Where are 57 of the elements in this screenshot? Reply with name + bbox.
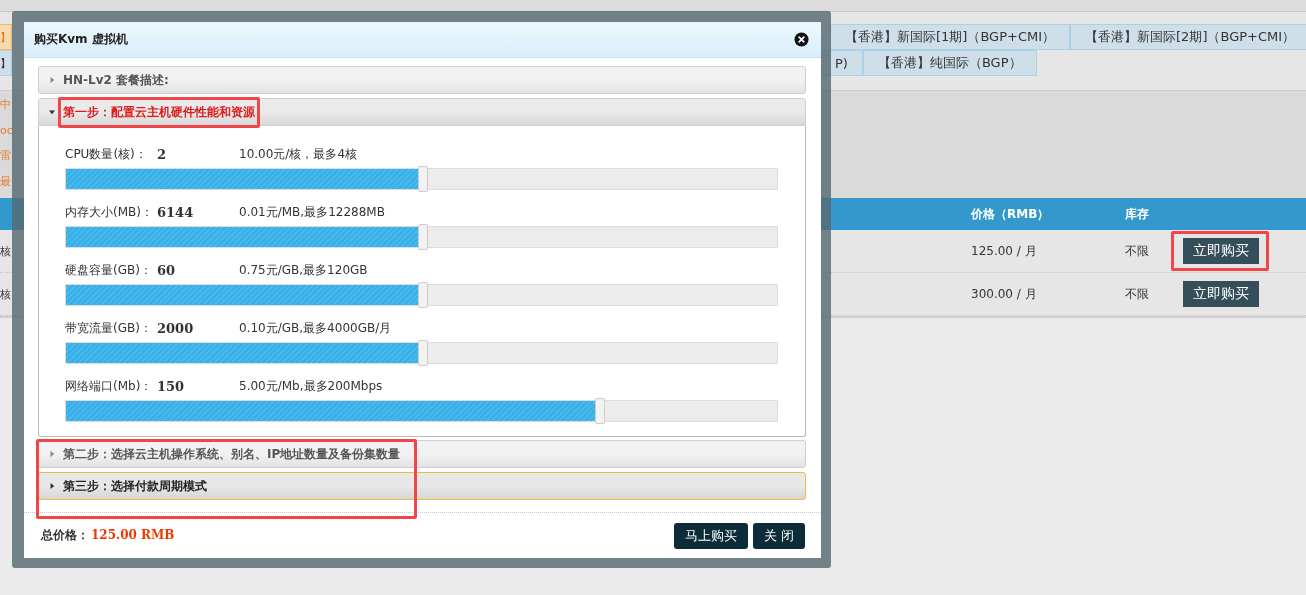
option-value: 60 (157, 262, 177, 278)
region-tab[interactable]: 【香港】新国际[2期]（BGP+CMI） (1070, 24, 1306, 50)
slider-thumb[interactable] (417, 340, 428, 367)
promo-text: oc (0, 122, 13, 139)
slider-track[interactable] (65, 400, 778, 423)
option-value: 2000 (157, 320, 195, 336)
promo-text: 中 (0, 97, 11, 113)
slider-thumb[interactable] (417, 282, 428, 309)
region-tab[interactable]: 】 (0, 50, 12, 76)
slider-track[interactable] (65, 284, 778, 307)
column-header: 库存 (1125, 205, 1150, 223)
total-label: 总价格： (41, 528, 89, 543)
slider-track[interactable] (65, 342, 778, 365)
column-header: 价格（RMB） (971, 205, 1051, 223)
table-cell: 核 (0, 287, 11, 301)
slider-track[interactable] (65, 226, 778, 249)
total-price: 125.00 RMB (91, 528, 175, 543)
option-label: 硬盘容量(GB)： (65, 261, 153, 279)
close-button[interactable]: 关 闭 (752, 522, 805, 549)
slider-thumb[interactable] (417, 224, 428, 251)
option-price: 0.01元/MB,最多12288MB (239, 203, 386, 221)
buy-now-button[interactable]: 立即购买 (1183, 238, 1259, 264)
caret-right-icon (49, 450, 55, 459)
option-price: 0.75元/GB,最多120GB (239, 261, 369, 279)
promo-text: 最 (0, 173, 11, 190)
buy-now-button[interactable]: 马上购买 (673, 522, 748, 549)
table-cell: 不限 (1125, 243, 1149, 258)
dialog-title: 购买Kvm 虚拟机 (34, 31, 128, 49)
buy-now-button[interactable]: 立即购买 (1183, 281, 1259, 307)
table-cell: 核 (0, 244, 11, 258)
region-tab[interactable]: 【香港】纯国际（BGP） (862, 50, 1037, 76)
slider-track[interactable] (65, 168, 778, 191)
option-price: 10.00元/核，最多4核 (239, 145, 359, 163)
slider-thumb[interactable] (417, 166, 428, 193)
option-value: 2 (157, 146, 168, 162)
option-label: CPU数量(核)： (65, 145, 148, 163)
accordion-header[interactable]: 第二步：选择云主机操作系统、别名、IP地址数量及备份集数量 (38, 440, 806, 469)
option-label: 网络端口(Mb)： (65, 377, 154, 395)
accordion-header[interactable]: 第三步：选择付款周期模式 (38, 472, 806, 501)
option-value: 150 (157, 378, 186, 394)
caret-right-icon (49, 76, 55, 85)
table-cell: 不限 (1125, 286, 1149, 301)
slider-thumb[interactable] (595, 398, 606, 425)
option-label: 带宽流量(GB)： (65, 319, 153, 337)
caret-down-icon (49, 108, 55, 117)
accordion-header[interactable]: HN-Lv2 套餐描述: (38, 66, 806, 95)
table-cell: 300.00 / 月 (971, 286, 1037, 301)
close-icon[interactable] (794, 32, 809, 48)
table-cell: 125.00 / 月 (971, 243, 1037, 258)
option-label: 内存大小(MB)： (65, 203, 154, 221)
region-tab[interactable]: 【香港】新国际[1期]（BGP+CMI） (830, 24, 1071, 50)
option-price: 0.10元/GB,最多4000GB/月 (239, 319, 393, 337)
caret-right-icon (49, 482, 55, 491)
option-value: 6144 (157, 204, 195, 220)
accordion-header[interactable]: 第一步：配置云主机硬件性能和资源 (38, 98, 806, 127)
option-price: 5.00元/Mb,最多200Mbps (239, 377, 384, 395)
promo-text: 雷 (0, 148, 11, 164)
